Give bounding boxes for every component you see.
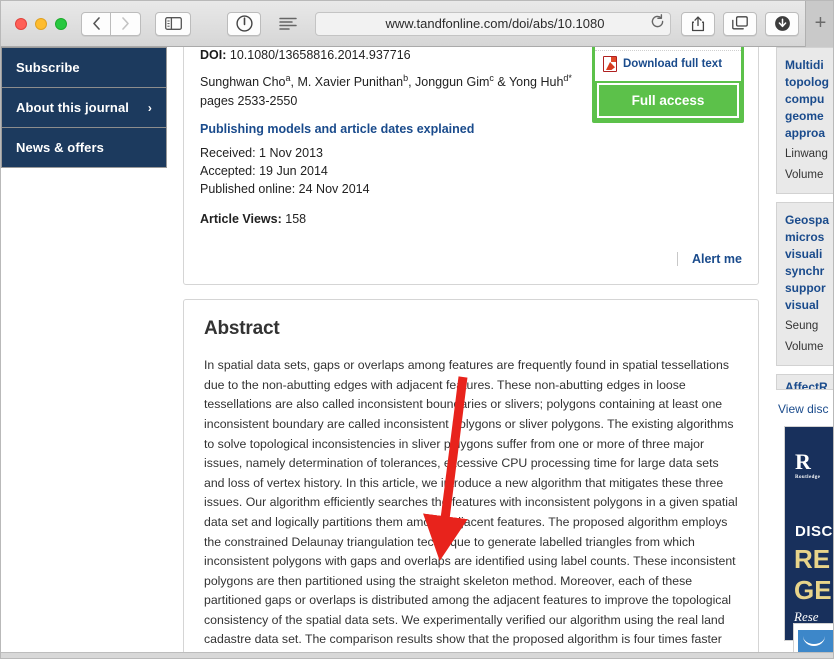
- author-name[interactable]: Jonggun Gim: [415, 75, 489, 89]
- sidebar-item-about-this-journal[interactable]: About this journal ›: [2, 88, 166, 128]
- author-name[interactable]: Sunghwan Cho: [200, 75, 285, 89]
- sidebar-item-label: Subscribe: [16, 60, 80, 75]
- routledge-logo-letter: R: [795, 449, 811, 474]
- forward-button[interactable]: [111, 11, 141, 36]
- navigation-buttons: [81, 11, 141, 36]
- download-full-text-link-top[interactable]: Download full text: [595, 51, 741, 77]
- abstract-body: In spatial data sets, gaps or overlaps a…: [204, 358, 738, 658]
- routledge-logo: R Routledge: [795, 449, 820, 480]
- share-button[interactable]: [681, 11, 715, 36]
- close-window-button[interactable]: [15, 17, 27, 30]
- downloads-button[interactable]: [765, 11, 799, 36]
- author-name[interactable]: Yong Huh: [509, 75, 563, 89]
- ad-line-1: DISC: [795, 523, 833, 540]
- related-article-volume: Volume: [785, 341, 824, 353]
- advertisement-banner[interactable]: R Routledge DISC RE GE Rese: [784, 426, 833, 641]
- related-article-volume: Volume: [785, 169, 824, 181]
- full-access-box: View full text Download full text Full a…: [592, 47, 744, 123]
- abstract-card: Abstract In spatial data sets, gaps or o…: [183, 299, 759, 658]
- new-tab-button[interactable]: +: [805, 1, 833, 47]
- url-text: www.tandfonline.com/doi/abs/10.1080: [385, 16, 605, 31]
- taylor-francis-swoosh-icon: [803, 636, 825, 646]
- related-article-item[interactable]: Geospa micros visuali synchr suppor visu…: [776, 202, 833, 366]
- related-article-item[interactable]: AffectR: [776, 374, 833, 390]
- back-button[interactable]: [81, 11, 111, 36]
- date-received: Received: 1 Nov 2013: [200, 146, 323, 161]
- reading-list-button[interactable]: [271, 12, 305, 36]
- view-disclaimer-link[interactable]: View disc: [778, 402, 833, 416]
- abstract-heading: Abstract: [204, 318, 280, 340]
- alert-row: Alert me: [200, 248, 742, 267]
- sidebar-item-news-and-offers[interactable]: News & offers: [2, 128, 166, 167]
- toolbar-right-buttons: [681, 11, 799, 36]
- author-affiliation-marker: d*: [563, 73, 572, 83]
- doi-value: 10.1080/13658816.2014.937716: [229, 48, 411, 62]
- ad-line-3: GE: [794, 575, 832, 605]
- related-article-author: Seung: [785, 320, 819, 332]
- author-affiliation-marker: a: [285, 73, 291, 83]
- reader-view-button[interactable]: [227, 11, 261, 36]
- alert-me-link[interactable]: Alert me: [676, 252, 742, 267]
- doi-label: DOI:: [200, 48, 227, 62]
- article-views-label: Article Views:: [200, 212, 282, 227]
- related-article-author: Linwang: [785, 148, 828, 160]
- related-article-item[interactable]: Multidi topolog compu geome approa Linwa…: [776, 47, 833, 194]
- publishing-models-link[interactable]: Publishing models and article dates expl…: [200, 122, 742, 136]
- author-affiliation-marker: c: [489, 73, 494, 83]
- sidebar-item-label: About this journal: [16, 100, 130, 115]
- chevron-right-icon: ›: [147, 100, 152, 115]
- author-list: Sunghwan Choa, M. Xavier Punithanb, Jong…: [200, 73, 572, 90]
- show-tabs-button[interactable]: [723, 11, 757, 36]
- journal-sidebar-nav: Subscribe About this journal › News & of…: [1, 47, 167, 168]
- minimize-window-button[interactable]: [35, 17, 47, 30]
- sidebar-item-label: News & offers: [16, 140, 104, 155]
- date-published-online: Published online: 24 Nov 2014: [200, 182, 370, 197]
- maximize-window-button[interactable]: [55, 17, 67, 30]
- related-article-title: AffectR: [785, 380, 828, 390]
- reload-button[interactable]: [644, 14, 670, 33]
- download-full-text-label: Download full text: [623, 58, 723, 70]
- author-name[interactable]: M. Xavier Punithan: [297, 75, 403, 89]
- ad-line-2: RE: [794, 544, 831, 574]
- article-views: Article Views: 158: [200, 212, 742, 226]
- related-article-title: Geospa micros visuali synchr suppor visu…: [785, 213, 830, 312]
- content-gutter: [167, 47, 183, 658]
- sidebar-toggle-button[interactable]: [155, 11, 191, 36]
- window-bottom-edge: [1, 652, 833, 658]
- browser-window: www.tandfonline.com/doi/abs/10.1080 + Su…: [0, 0, 834, 659]
- author-affiliation-marker: b: [403, 73, 409, 83]
- column-gutter: [759, 47, 776, 658]
- date-accepted: Accepted: 19 Jun 2014: [200, 164, 328, 179]
- routledge-logo-wordmark: Routledge: [795, 475, 821, 480]
- window-controls: [15, 17, 67, 30]
- article-metadata-card: DOI: 10.1080/13658816.2014.937716 Sunghw…: [183, 47, 759, 286]
- pdf-icon: [603, 56, 617, 72]
- related-article-title: Multidi topolog compu geome approa: [785, 58, 829, 140]
- browser-toolbar: www.tandfonline.com/doi/abs/10.1080 +: [1, 1, 833, 47]
- page-viewport: Subscribe About this journal › News & of…: [1, 47, 833, 658]
- related-articles-column: Multidi topolog compu geome approa Linwa…: [776, 47, 833, 641]
- full-access-button[interactable]: Full access: [597, 83, 739, 118]
- sidebar-item-subscribe[interactable]: Subscribe: [2, 48, 166, 88]
- article-views-count: 158: [285, 212, 307, 227]
- access-links: View full text Download full text: [595, 47, 741, 81]
- article-main-column: DOI: 10.1080/13658816.2014.937716 Sunghw…: [183, 47, 759, 658]
- address-bar[interactable]: www.tandfonline.com/doi/abs/10.1080: [315, 11, 671, 36]
